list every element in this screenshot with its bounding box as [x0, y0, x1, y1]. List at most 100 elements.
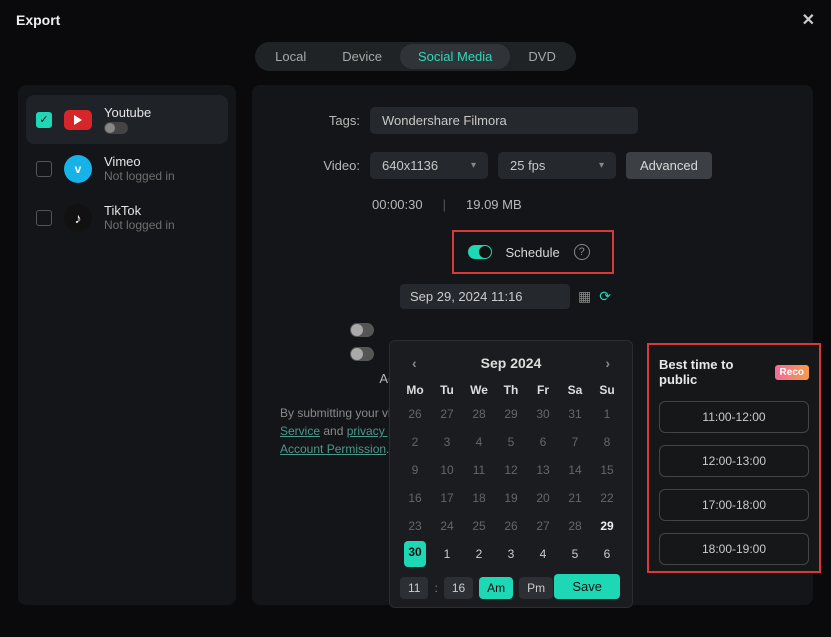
option-toggle-1[interactable] [350, 323, 374, 337]
am-button[interactable]: Am [479, 577, 513, 599]
tiktok-icon: ♪ [64, 204, 92, 232]
resolution-select[interactable]: 640x1136 ▾ [370, 152, 488, 179]
tab-dvd[interactable]: DVD [510, 44, 573, 69]
calendar-day[interactable]: 5 [496, 429, 526, 455]
calendar-day[interactable]: 8 [592, 429, 622, 455]
checkbox-vimeo[interactable] [36, 161, 52, 177]
calendar-day[interactable]: 25 [464, 513, 494, 539]
calendar-day[interactable]: 10 [432, 457, 462, 483]
calendar-day[interactable]: 4 [464, 429, 494, 455]
calendar-day[interactable]: 29 [592, 513, 622, 539]
video-label: Video: [280, 158, 360, 173]
calendar-dow: Fr [528, 379, 558, 401]
calendar-day[interactable]: 17 [432, 485, 462, 511]
calendar-day[interactable]: 27 [432, 401, 462, 427]
calendar-day[interactable]: 11 [464, 457, 494, 483]
pm-button[interactable]: Pm [519, 577, 553, 599]
tab-social-media[interactable]: Social Media [400, 44, 510, 69]
calendar-day[interactable]: 30 [528, 401, 558, 427]
calendar-day[interactable]: 4 [528, 541, 558, 567]
chevron-down-icon: ▾ [599, 160, 604, 171]
calendar-day[interactable]: 3 [432, 429, 462, 455]
platform-status: Not logged in [104, 169, 175, 183]
calendar-day[interactable]: 26 [400, 401, 430, 427]
calendar-day[interactable]: 21 [560, 485, 590, 511]
calendar-day[interactable]: 1 [432, 541, 462, 567]
platform-name: Vimeo [104, 154, 175, 169]
refresh-icon[interactable]: ⟳ [599, 288, 611, 305]
calendar-dow: Su [592, 379, 622, 401]
calendar-day[interactable]: 23 [400, 513, 430, 539]
minute-input[interactable]: 16 [444, 577, 473, 599]
youtube-mini-toggle[interactable] [104, 122, 128, 134]
calendar-icon[interactable]: ▦ [578, 288, 591, 305]
calendar-day[interactable]: 6 [592, 541, 622, 567]
time-slot[interactable]: 11:00-12:00 [659, 401, 809, 433]
calendar-day[interactable]: 18 [464, 485, 494, 511]
calendar-dow: We [464, 379, 494, 401]
calendar-day[interactable]: 6 [528, 429, 558, 455]
schedule-label: Schedule [506, 245, 560, 260]
calendar-next-button[interactable]: › [599, 355, 616, 371]
platform-name: Youtube [104, 105, 151, 120]
window-title: Export [16, 12, 60, 28]
checkbox-tiktok[interactable] [36, 210, 52, 226]
calendar-dow: Th [496, 379, 526, 401]
calendar-day[interactable]: 3 [496, 541, 526, 567]
calendar-day[interactable]: 30 [404, 541, 426, 567]
tab-device[interactable]: Device [324, 44, 400, 69]
calendar-day[interactable]: 12 [496, 457, 526, 483]
sidebar-item-vimeo[interactable]: v Vimeo Not logged in [26, 144, 228, 193]
calendar-day[interactable]: 29 [496, 401, 526, 427]
calendar-prev-button[interactable]: ‹ [406, 355, 423, 371]
calendar-day[interactable]: 16 [400, 485, 430, 511]
advanced-button[interactable]: Advanced [626, 152, 712, 179]
export-tabs: Local Device Social Media DVD [0, 36, 831, 85]
platform-status: Not logged in [104, 218, 175, 232]
calendar-day[interactable]: 5 [560, 541, 590, 567]
calendar-day[interactable]: 1 [592, 401, 622, 427]
calendar-day[interactable]: 15 [592, 457, 622, 483]
calendar-day[interactable]: 24 [432, 513, 462, 539]
calendar-day[interactable]: 28 [464, 401, 494, 427]
tab-local[interactable]: Local [257, 44, 324, 69]
close-icon[interactable]: ✕ [802, 10, 815, 30]
calendar-day[interactable]: 31 [560, 401, 590, 427]
sidebar-item-youtube[interactable]: ✓ Youtube [26, 95, 228, 144]
calendar-day[interactable]: 26 [496, 513, 526, 539]
option-toggle-2[interactable] [350, 347, 374, 361]
schedule-toggle[interactable] [468, 245, 492, 259]
fps-select[interactable]: 25 fps ▾ [498, 152, 616, 179]
best-time-title: Best time to public [659, 357, 775, 387]
hour-input[interactable]: 11 [400, 577, 428, 599]
reco-badge: Reco [775, 365, 809, 380]
best-time-panel: Best time to public Reco 11:00-12:00 12:0… [647, 343, 821, 573]
calendar-day[interactable]: 28 [560, 513, 590, 539]
service-link[interactable]: Service [280, 424, 320, 438]
calendar-day[interactable]: 22 [592, 485, 622, 511]
save-button[interactable]: Save [554, 574, 620, 599]
calendar-day[interactable]: 7 [560, 429, 590, 455]
help-icon[interactable]: ? [574, 244, 590, 260]
tags-input[interactable]: Wondershare Filmora [370, 107, 638, 134]
sidebar-item-tiktok[interactable]: ♪ TikTok Not logged in [26, 193, 228, 242]
calendar-day[interactable]: 20 [528, 485, 558, 511]
time-slot[interactable]: 18:00-19:00 [659, 533, 809, 565]
calendar-day[interactable]: 13 [528, 457, 558, 483]
account-permission-link[interactable]: Account Permission [280, 442, 386, 456]
chevron-down-icon: ▾ [471, 160, 476, 171]
tags-label: Tags: [280, 113, 360, 128]
platform-sidebar: ✓ Youtube v Vimeo Not logged in ♪ TikTok… [18, 85, 236, 605]
calendar-day[interactable]: 19 [496, 485, 526, 511]
calendar-day[interactable]: 2 [464, 541, 494, 567]
calendar-day[interactable]: 9 [400, 457, 430, 483]
calendar-month-label: Sep 2024 [481, 355, 542, 371]
calendar-day[interactable]: 14 [560, 457, 590, 483]
schedule-datetime-input[interactable]: Sep 29, 2024 11:16 [400, 284, 570, 309]
time-slot[interactable]: 17:00-18:00 [659, 489, 809, 521]
checkbox-youtube[interactable]: ✓ [36, 112, 52, 128]
calendar-day[interactable]: 27 [528, 513, 558, 539]
calendar-day[interactable]: 2 [400, 429, 430, 455]
calendar-dow: Mo [400, 379, 430, 401]
time-slot[interactable]: 12:00-13:00 [659, 445, 809, 477]
